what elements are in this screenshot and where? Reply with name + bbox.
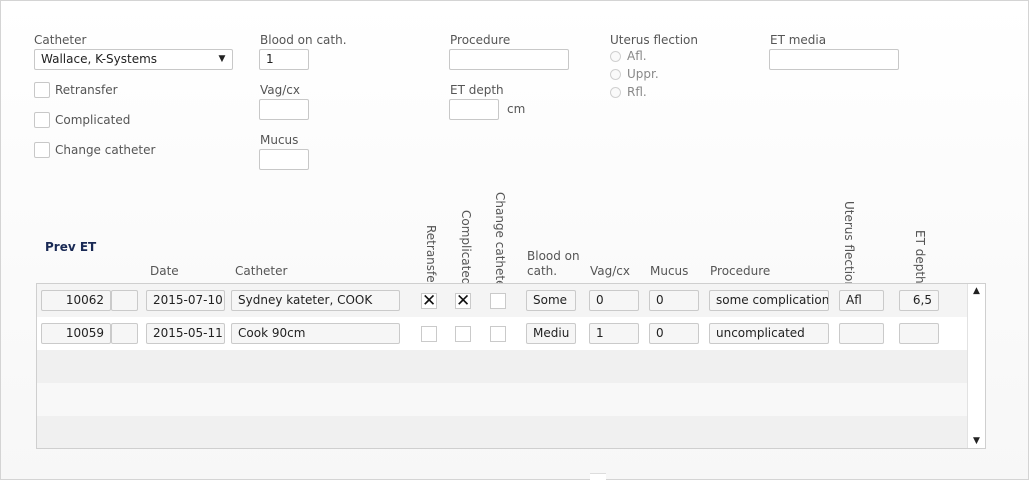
row-date: 2015-05-11 bbox=[146, 323, 225, 344]
mucus-label: Mucus bbox=[260, 133, 299, 147]
complicated-label: Complicated bbox=[55, 113, 131, 127]
table-row[interactable]: 10059 2015-05-11 Cook 90cm Mediu 1 0 unc… bbox=[37, 317, 968, 350]
empty-row bbox=[37, 383, 968, 416]
et-depth-unit: cm bbox=[507, 102, 526, 116]
prev-et-title: Prev ET bbox=[45, 240, 97, 254]
row-id: 10059 bbox=[41, 323, 111, 344]
row-complicated-checkbox[interactable]: ✕ bbox=[455, 291, 471, 311]
catheter-select[interactable]: Wallace, K-Systems ▼ bbox=[34, 49, 233, 70]
row-retransfer-checkbox[interactable] bbox=[421, 326, 437, 342]
et-media-label: ET media bbox=[770, 33, 827, 47]
procedure-label: Procedure bbox=[450, 33, 511, 47]
row-mucus: 0 bbox=[649, 323, 699, 344]
row-procedure: uncomplicated bbox=[709, 323, 829, 344]
blood-on-cath-input[interactable]: 1 bbox=[259, 49, 309, 70]
row-blood: Some bbox=[526, 290, 576, 311]
col-mucus-header: Mucus bbox=[650, 264, 689, 278]
empty-row bbox=[37, 416, 968, 448]
uterus-rfl-label: Rfl. bbox=[627, 85, 647, 99]
col-change-catheter-header: Change catheter bbox=[493, 192, 507, 293]
col-blood-header: Blood on cath. bbox=[527, 249, 580, 278]
change-catheter-label: Change catheter bbox=[55, 143, 156, 157]
et-depth-input[interactable] bbox=[449, 99, 499, 120]
table-scrollbar[interactable]: ▲ ▼ bbox=[967, 284, 985, 448]
col-uterus-header: Uterus flection bbox=[842, 201, 856, 290]
row-change-catheter-checkbox[interactable] bbox=[490, 326, 506, 342]
table-row[interactable]: 10062 2015-07-10 Sydney kateter, COOK ✕ … bbox=[37, 284, 968, 317]
row-mucus: 0 bbox=[649, 290, 699, 311]
et-form-panel: Catheter Wallace, K-Systems ▼ Retransfer… bbox=[0, 0, 1029, 480]
change-catheter-checkbox[interactable] bbox=[34, 142, 50, 158]
uterus-rfl-radio[interactable] bbox=[610, 87, 621, 98]
checked-x-icon: ✕ bbox=[456, 291, 471, 311]
row-id: 10062 bbox=[41, 290, 111, 311]
col-retransfer-header: Retransfer bbox=[424, 225, 438, 288]
checked-x-icon: ✕ bbox=[422, 291, 437, 311]
retransfer-label: Retransfer bbox=[55, 83, 118, 97]
et-depth-label: ET depth bbox=[450, 83, 504, 97]
row-vagcx: 1 bbox=[589, 323, 639, 344]
chevron-down-icon: ▼ bbox=[218, 54, 226, 64]
prev-et-table: 10062 2015-07-10 Sydney kateter, COOK ✕ … bbox=[36, 283, 986, 449]
col-et-depth-header: ET depth bbox=[913, 230, 927, 284]
col-date-header: Date bbox=[150, 264, 179, 278]
row-date: 2015-07-10 bbox=[146, 290, 225, 311]
empty-row bbox=[37, 350, 968, 383]
uterus-afl-label: Afl. bbox=[627, 49, 647, 63]
scroll-down-icon[interactable]: ▼ bbox=[968, 436, 985, 446]
row-complicated-checkbox[interactable] bbox=[455, 326, 471, 342]
col-complicated-header: Complicated bbox=[459, 210, 473, 286]
row-uterus: Afl bbox=[839, 290, 884, 311]
row-catheter: Cook 90cm bbox=[231, 323, 400, 344]
row-blank bbox=[111, 323, 138, 344]
row-change-catheter-checkbox[interactable] bbox=[490, 293, 506, 309]
scroll-up-icon[interactable]: ▲ bbox=[968, 286, 985, 296]
row-blank bbox=[111, 290, 138, 311]
blood-on-cath-label: Blood on cath. bbox=[260, 33, 347, 47]
catheter-select-value: Wallace, K-Systems bbox=[41, 52, 158, 66]
complicated-checkbox[interactable] bbox=[34, 112, 50, 128]
catheter-label: Catheter bbox=[34, 33, 87, 47]
row-procedure: some complication bbox=[709, 290, 829, 311]
mucus-input[interactable] bbox=[259, 149, 309, 170]
vag-cx-input[interactable] bbox=[259, 99, 309, 120]
bottom-notch bbox=[590, 473, 606, 480]
col-catheter-header: Catheter bbox=[235, 264, 288, 278]
row-blood: Mediu bbox=[526, 323, 576, 344]
row-uterus bbox=[839, 323, 884, 344]
row-vagcx: 0 bbox=[589, 290, 639, 311]
row-retransfer-checkbox[interactable]: ✕ bbox=[421, 291, 437, 311]
col-vagcx-header: Vag/cx bbox=[590, 264, 630, 278]
retransfer-checkbox[interactable] bbox=[34, 82, 50, 98]
row-et-depth: 6,5 bbox=[899, 290, 939, 311]
col-procedure-header: Procedure bbox=[710, 264, 771, 278]
et-media-input[interactable] bbox=[769, 49, 899, 70]
uterus-afl-radio[interactable] bbox=[610, 51, 621, 62]
row-catheter: Sydney kateter, COOK bbox=[231, 290, 400, 311]
uterus-uppr-label: Uppr. bbox=[627, 67, 659, 81]
vag-cx-label: Vag/cx bbox=[260, 83, 300, 97]
uterus-flection-label: Uterus flection bbox=[610, 33, 699, 47]
row-et-depth bbox=[899, 323, 939, 344]
uterus-uppr-radio[interactable] bbox=[610, 69, 621, 80]
procedure-input[interactable] bbox=[449, 49, 569, 70]
